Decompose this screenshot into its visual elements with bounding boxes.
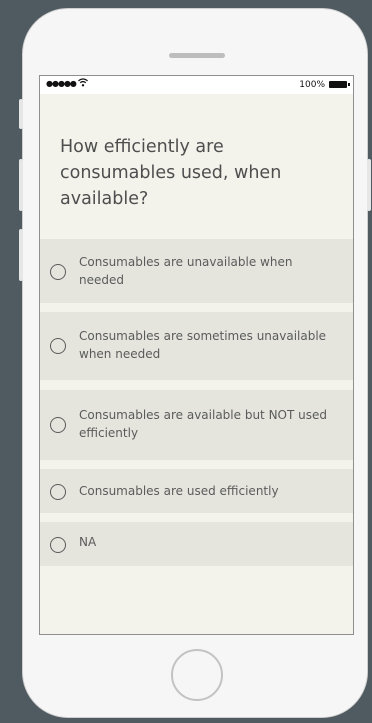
answer-option[interactable]: Consumables are sometimes unavailable wh… — [40, 312, 353, 380]
option-label: Consumables are sometimes unavailable wh… — [79, 329, 327, 361]
answer-option[interactable]: Consumables are available but NOT used e… — [40, 390, 353, 460]
battery-percent: 100% — [299, 80, 325, 90]
volume-up-button — [19, 159, 23, 211]
option-label: Consumables are unavailable when needed — [79, 255, 293, 287]
radio-icon[interactable] — [50, 484, 66, 500]
radio-icon[interactable] — [50, 264, 66, 280]
signal-strength: ●●●●● — [46, 79, 77, 88]
status-bar: ●●●●● 100% — [40, 76, 353, 94]
volume-down-button — [19, 229, 23, 281]
mute-switch — [19, 99, 23, 129]
answer-option[interactable]: Consumables are unavailable when needed — [40, 239, 353, 303]
speaker-grille — [169, 53, 225, 58]
question-text: How efficiently are consumables used, wh… — [60, 137, 282, 209]
radio-icon[interactable] — [50, 417, 66, 433]
radio-icon[interactable] — [50, 537, 66, 553]
option-label: Consumables are used efficiently — [79, 484, 279, 498]
phone-frame: ●●●●● 100% How efficiently are consumabl… — [19, 8, 371, 718]
answer-option[interactable]: Consumables are used efficiently — [40, 469, 353, 513]
option-label: Consumables are available but NOT used e… — [79, 408, 327, 440]
answer-option[interactable]: NA — [40, 522, 353, 566]
battery-icon — [329, 81, 350, 88]
wifi-icon — [78, 78, 88, 90]
home-button-icon[interactable] — [171, 649, 223, 701]
screen: ●●●●● 100% How efficiently are consumabl… — [39, 75, 354, 635]
radio-icon[interactable] — [50, 338, 66, 354]
option-label: NA — [79, 535, 97, 549]
power-button — [367, 159, 371, 211]
